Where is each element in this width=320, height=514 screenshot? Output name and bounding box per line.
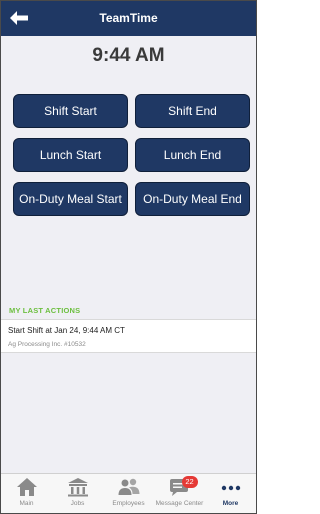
tab-label: Employees [112,500,145,507]
on-duty-meal-start-button[interactable]: On-Duty Meal Start [13,182,128,216]
lunch-start-button[interactable]: Lunch Start [13,138,128,172]
tab-employees[interactable]: Employees [103,474,154,513]
tab-more[interactable]: More [205,474,256,513]
on-duty-meal-end-button[interactable]: On-Duty Meal End [135,182,250,216]
lunch-end-button[interactable]: Lunch End [135,138,250,172]
tab-main[interactable]: Main [1,474,52,513]
tab-label: Main [19,500,34,507]
tab-label: Message Center [155,500,204,507]
tab-label: Jobs [70,500,85,507]
shift-end-button[interactable]: Shift End [135,94,250,128]
list-item[interactable]: Start Shift at Jan 24, 9:44 AM CT Ag Pro… [1,319,256,353]
unread-badge: 22 [181,476,198,488]
last-actions-heading: MY LAST ACTIONS [9,306,81,315]
shift-start-button[interactable]: Shift Start [13,94,128,128]
people-icon [118,478,139,495]
tab-message-center[interactable]: 22 Message Center [154,474,205,513]
action-subtitle: Ag Processing Inc. #10532 [8,341,86,348]
tab-jobs[interactable]: Jobs [52,474,103,513]
action-title: Start Shift at Jan 24, 9:44 AM CT [8,326,125,335]
page-title: TeamTime [99,11,158,25]
nav-header: TeamTime [1,1,256,36]
app-screen: TeamTime 9:44 AM Shift Start Shift End L… [0,0,257,514]
building-icon [67,478,88,497]
home-icon [16,478,37,496]
tab-label: More [222,500,239,507]
tab-bar: Main Jobs Employees 22 Message Center Mo… [1,473,256,513]
current-time: 9:44 AM [92,45,165,66]
more-dots-icon [221,485,240,491]
